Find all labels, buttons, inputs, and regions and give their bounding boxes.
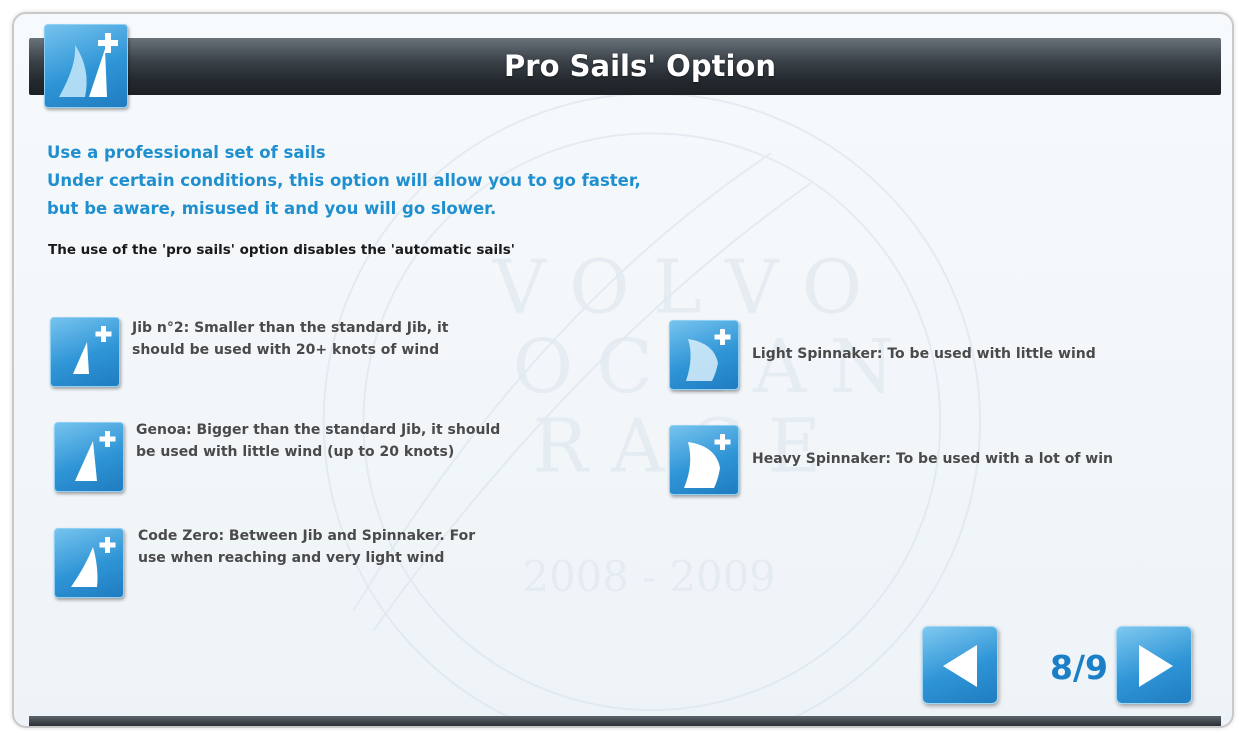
intro-text: Use a professional set of sails Under ce… [47, 139, 641, 223]
sail-line: use when reaching and very light wind [138, 550, 445, 566]
sail-line: Genoa: Bigger than the standard Jib, it … [136, 422, 501, 438]
page-indicator: 8/9 [1050, 648, 1108, 687]
genoa-sail-icon [54, 422, 124, 492]
svg-text:2008 - 2009: 2008 - 2009 [523, 552, 776, 601]
sail-line: be used with little wind (up to 20 knots… [136, 444, 455, 460]
sail-line: Code Zero: Between Jib and Spinnaker. Fo… [138, 528, 476, 544]
footer-bar [29, 716, 1221, 726]
light-spinnaker-icon [669, 320, 739, 390]
code-zero-sail-icon [54, 528, 124, 598]
arrow-left-icon [943, 645, 977, 687]
previous-page-button[interactable] [922, 626, 998, 704]
light-spinnaker-description: Light Spinnaker: To be used with little … [752, 346, 1096, 362]
intro-line: Under certain conditions, this option wi… [47, 171, 641, 190]
jib-description: Jib n°2: Smaller than the standard Jib, … [132, 317, 448, 361]
warning-note: The use of the 'pro sails' option disabl… [48, 242, 515, 258]
volvo-ocean-race-watermark: V O L V O O C E A N R A C E 2008 - 2009 [322, 92, 981, 726]
genoa-description: Genoa: Bigger than the standard Jib, it … [136, 419, 500, 463]
header-bar: Pro Sails' Option [29, 38, 1221, 95]
sail-line: should be used with 20+ knots of wind [132, 342, 440, 358]
intro-line: but be aware, misused it and you will go… [47, 199, 497, 218]
jib-sail-icon [50, 317, 120, 387]
sail-plus-icon [44, 24, 128, 108]
next-page-button[interactable] [1116, 626, 1192, 704]
sail-line: Jib n°2: Smaller than the standard Jib, … [132, 320, 449, 336]
intro-line: Use a professional set of sails [47, 143, 326, 162]
help-panel: V O L V O O C E A N R A C E 2008 - 2009 … [12, 12, 1234, 728]
arrow-right-icon [1139, 645, 1173, 687]
page-title: Pro Sails' Option [504, 49, 776, 83]
svg-text:V O L V O: V O L V O [492, 245, 862, 330]
code-zero-description: Code Zero: Between Jib and Spinnaker. Fo… [138, 525, 475, 569]
heavy-spinnaker-icon [669, 425, 739, 495]
heavy-spinnaker-description: Heavy Spinnaker: To be used with a lot o… [752, 451, 1113, 467]
